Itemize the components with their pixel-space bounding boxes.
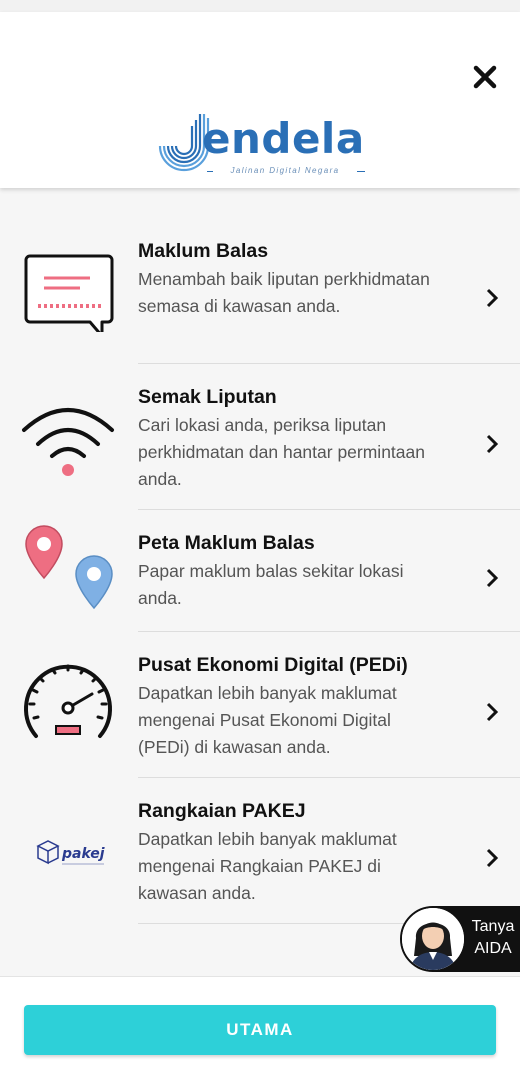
chevron-right-icon [484,702,500,722]
chevron-right-icon [484,434,500,454]
menu-item-maklum-balas[interactable]: Maklum Balas Menambah baik liputan perkh… [0,218,520,364]
menu-item-pedi[interactable]: Pusat Ekonomi Digital (PEDi) Dapatkan le… [0,632,520,778]
pakej-logo-icon: pakej [18,808,118,898]
footer: UTAMA [0,976,520,1080]
chevron-right-icon [484,568,500,588]
chevron-right-icon [484,848,500,868]
aida-label-line2: AIDA [474,940,512,957]
menu-item-title: Semak Liputan [138,386,277,408]
menu-item-semak-liputan[interactable]: Semak Liputan Cari lokasi anda, periksa … [0,364,520,510]
menu-item-description: Menambah baik liputan perkhidmatan semas… [138,269,430,316]
menu-item-description: Papar maklum balas sekitar lokasi anda. [138,561,404,608]
chevron-right-icon [484,288,500,308]
menu-item-title: Rangkaian PAKEJ [138,800,306,822]
header: endela Jalinan Digital Negara [0,12,520,188]
tanya-aida-button[interactable]: Tanya AIDA [400,906,520,972]
aida-avatar [400,906,466,972]
menu-item-rangkaian-pakej[interactable]: pakej Rangkaian PAKEJ Dapatkan lebih ban… [0,778,520,924]
menu-item-title: Maklum Balas [138,240,269,262]
logo-wordmark: endela [202,114,365,163]
pakej-logo-text: pakej [61,846,105,862]
aida-label: Tanya AIDA [466,916,520,960]
menu-item-description: Cari lokasi anda, periksa liputan perkhi… [138,415,425,489]
menu-item-title: Peta Maklum Balas [138,532,315,554]
utama-button[interactable]: UTAMA [24,1005,496,1055]
jendela-logo: endela Jalinan Digital Negara [152,110,372,190]
menu-item-description: Dapatkan lebih banyak maklumat mengenai … [138,683,397,757]
feedback-message-icon [18,242,118,338]
menu-item-peta-maklum-balas[interactable]: Peta Maklum Balas Papar maklum balas sek… [0,510,520,632]
aida-label-line1: Tanya [471,918,515,935]
wifi-icon [18,390,118,480]
close-icon[interactable] [472,64,498,90]
logo-rule-right [357,171,365,172]
menu-item-title: Pusat Ekonomi Digital (PEDi) [138,654,408,676]
menu-list: Maklum Balas Menambah baik liputan perkh… [0,218,520,924]
speedometer-icon [18,656,118,746]
status-strip [0,0,520,12]
map-pins-icon [18,524,118,614]
logo-tagline: Jalinan Digital Negara [230,166,340,175]
menu-item-description: Dapatkan lebih banyak maklumat mengenai … [138,829,397,903]
